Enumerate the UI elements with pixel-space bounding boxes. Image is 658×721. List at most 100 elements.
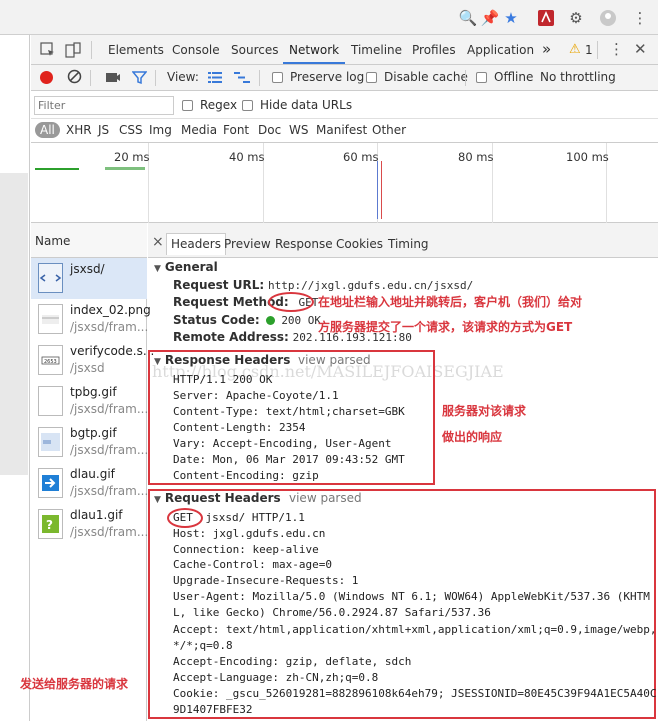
tab-headers[interactable]: Headers	[166, 233, 226, 255]
general-section-toggle[interactable]: ▼ General	[154, 260, 218, 274]
request-view-parsed-link[interactable]: view parsed	[289, 491, 362, 505]
response-header-line: Server: Apache-Coyote/1.1	[173, 389, 339, 402]
response-header-line: Date: Mon, 06 Mar 2017 09:43:52 GMT	[173, 453, 405, 466]
divider	[91, 41, 92, 59]
image-file-icon: 2653	[38, 345, 63, 375]
menu-dots-icon[interactable]: ⋮	[630, 8, 650, 28]
request-row-jsxsd[interactable]: jsxsd/	[31, 258, 147, 299]
divider	[155, 70, 156, 86]
more-tabs-button[interactable]: »	[542, 40, 551, 58]
type-filter-img[interactable]: Img	[149, 123, 172, 137]
name-column-header[interactable]: Name	[35, 234, 70, 248]
warning-count[interactable]: 1	[585, 43, 593, 57]
large-rows-icon[interactable]	[208, 71, 222, 87]
type-filter-media[interactable]: Media	[181, 123, 217, 137]
clear-icon[interactable]	[67, 69, 82, 87]
request-list-header[interactable]: Name	[31, 223, 147, 258]
screenshot-camera-icon[interactable]	[105, 70, 121, 87]
tab-preview[interactable]: Preview	[224, 237, 271, 251]
request-line-rest: jsxsd/ HTTP/1.1	[205, 511, 305, 524]
tab-timing[interactable]: Timing	[388, 237, 429, 251]
tab-cookies[interactable]: Cookies	[336, 237, 383, 251]
timeline-bar-resources	[105, 167, 145, 170]
image-file-icon	[38, 386, 63, 416]
request-row-bgtp[interactable]: bgtp.gif /jsxsd/fram...	[31, 422, 148, 463]
request-header-line: User-Agent: Mozilla/5.0 (Windows NT 6.1;…	[173, 590, 650, 603]
filter-input[interactable]	[34, 96, 174, 115]
record-icon[interactable]	[40, 71, 53, 84]
request-header-line: 9D1407FBFE32	[173, 703, 253, 716]
tab-network[interactable]: Network	[289, 43, 339, 57]
request-name: tpbg.gif	[70, 385, 117, 399]
request-row-verifycode[interactable]: 2653 verifycode.s... /jsxsd	[31, 340, 154, 381]
image-file-icon	[38, 468, 63, 498]
resource-type-filters: All XHR JS CSS Img Media Font Doc WS Man…	[31, 119, 658, 143]
type-filter-all[interactable]: All	[35, 122, 60, 138]
type-filter-manifest[interactable]: Manifest	[316, 123, 367, 137]
response-header-line: Content-Length: 2354	[173, 421, 306, 434]
status-code-value: 200 OK	[281, 314, 322, 327]
filter-funnel-icon[interactable]	[131, 70, 148, 88]
response-header-line: HTTP/1.1 200 OK	[173, 373, 273, 386]
type-filter-ws[interactable]: WS	[289, 123, 308, 137]
tab-profiles[interactable]: Profiles	[412, 43, 456, 57]
warning-icon[interactable]: ⚠	[569, 42, 581, 57]
timeline-tick-label: 40 ms	[229, 150, 265, 164]
tab-sources[interactable]: Sources	[231, 43, 278, 57]
disable-cache-checkbox[interactable]	[366, 72, 377, 83]
hide-data-urls-checkbox[interactable]	[242, 100, 253, 111]
tab-response[interactable]: Response	[275, 237, 333, 251]
tab-timeline[interactable]: Timeline	[351, 43, 402, 57]
annotation-circle-get-request	[167, 508, 203, 528]
view-label: View:	[167, 70, 199, 84]
timeline-overview[interactable]: 20 ms 40 ms 60 ms 80 ms 100 ms	[31, 143, 658, 223]
request-row-dlau1[interactable]: ? dlau1.gif /jsxsd/fram...	[31, 504, 148, 545]
request-name: dlau1.gif	[70, 508, 123, 522]
profile-icon[interactable]	[598, 8, 618, 28]
type-filter-font[interactable]: Font	[223, 123, 249, 137]
request-row-tpbg[interactable]: tpbg.gif /jsxsd/fram...	[31, 381, 148, 422]
general-section-title: General	[164, 260, 218, 274]
close-devtools-icon[interactable]: ✕	[634, 40, 647, 58]
request-header-line: L, like Gecko) Chrome/56.0.2924.87 Safar…	[173, 606, 491, 619]
status-ok-dot-icon	[266, 316, 276, 325]
regex-checkbox[interactable]	[182, 100, 193, 111]
request-detail-tabs: × Headers Preview Response Cookies Timin…	[148, 223, 658, 258]
tab-elements[interactable]: Elements	[108, 43, 164, 57]
annotation-request-note: 发送给服务器的请求	[20, 677, 129, 691]
request-headers-toggle[interactable]: ▼ Request Headers	[154, 491, 281, 505]
tab-application[interactable]: Application	[467, 43, 534, 57]
throttling-select[interactable]: No throttling	[540, 70, 616, 84]
tab-console[interactable]: Console	[172, 43, 220, 57]
devtools-menu-icon[interactable]: ⋮	[609, 40, 624, 58]
bookmark-star-icon[interactable]: ★	[501, 8, 521, 28]
filter-bar: Regex Hide data URLs	[31, 92, 658, 119]
type-filter-css[interactable]: CSS	[119, 123, 143, 137]
type-filter-other[interactable]: Other	[372, 123, 406, 137]
annotation-response-note-line1: 服务器对该请求	[442, 404, 527, 418]
request-header-line: Cache-Control: max-age=0	[173, 558, 332, 571]
waterfall-overview-icon[interactable]	[234, 71, 250, 87]
response-view-parsed-link[interactable]: view parsed	[298, 353, 371, 367]
disable-cache-label: Disable cache	[384, 70, 468, 84]
document-file-icon	[38, 263, 63, 293]
close-details-icon[interactable]: ×	[152, 234, 164, 250]
response-headers-toggle[interactable]: ▼ Response Headers	[154, 353, 290, 367]
zoom-icon[interactable]: 🔍	[458, 8, 478, 28]
inspect-element-icon[interactable]	[40, 42, 56, 61]
type-filter-doc[interactable]: Doc	[258, 123, 281, 137]
pin-icon[interactable]: 📌	[480, 8, 500, 28]
request-header-line: Cookie: _gscu_526019281=882896108k64eh79…	[173, 687, 657, 700]
type-filter-js[interactable]: JS	[98, 123, 109, 137]
divider	[90, 70, 91, 86]
preserve-log-checkbox[interactable]	[272, 72, 283, 83]
request-row-index02[interactable]: index_02.png /jsxsd/fram...	[31, 299, 151, 340]
request-row-dlau[interactable]: dlau.gif /jsxsd/fram...	[31, 463, 148, 504]
extension-gear-icon[interactable]: ⚙	[566, 8, 586, 28]
device-mode-icon[interactable]	[65, 42, 81, 61]
type-filter-xhr[interactable]: XHR	[66, 123, 92, 137]
hide-data-urls-label: Hide data URLs	[260, 98, 353, 112]
request-name: index_02.png	[70, 303, 151, 317]
offline-checkbox[interactable]	[476, 72, 487, 83]
pdf-extension-icon[interactable]	[536, 8, 556, 28]
